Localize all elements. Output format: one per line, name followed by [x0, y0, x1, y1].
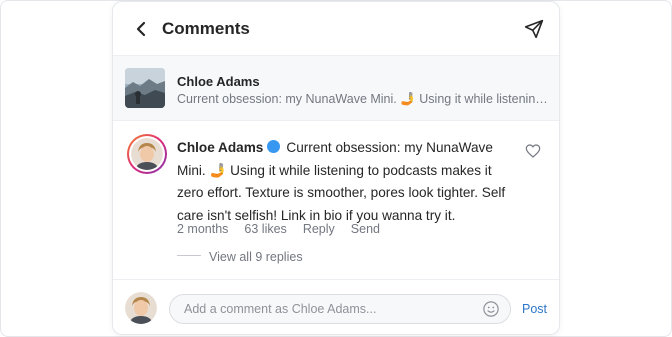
comment-composer: Post — [113, 279, 559, 334]
send-button[interactable]: Send — [351, 222, 380, 236]
comment-field — [169, 294, 511, 324]
user-avatar — [125, 292, 157, 324]
comment-avatar[interactable] — [127, 134, 167, 174]
post-preview[interactable]: Chloe Adams Current obsession: my NunaWa… — [113, 56, 559, 121]
post-thumbnail — [125, 68, 165, 108]
preview-caption: Current obsession: my NunaWave Mini. 🤳 U… — [177, 92, 549, 106]
chevron-left-icon — [136, 21, 146, 37]
comments-panel: Comments Chloe Adams Current obsession: … — [112, 1, 560, 335]
share-button[interactable] — [521, 16, 547, 42]
post-button[interactable]: Post — [522, 302, 547, 316]
back-button[interactable] — [129, 17, 153, 41]
emoji-button[interactable] — [482, 300, 500, 318]
heart-icon — [525, 144, 541, 158]
view-replies-button[interactable]: View all 9 replies — [209, 250, 303, 264]
verified-icon — [267, 140, 281, 153]
emoji-icon — [483, 301, 499, 317]
send-icon — [524, 19, 544, 39]
comment-input[interactable] — [184, 295, 474, 323]
comment-meta: 2 months 63 likes Reply Send — [177, 222, 396, 236]
replies-divider — [177, 255, 201, 256]
header: Comments — [113, 2, 559, 56]
like-button[interactable] — [525, 143, 541, 159]
reply-button[interactable]: Reply — [303, 222, 335, 236]
comment-author[interactable]: Chloe Adams — [177, 140, 263, 155]
comment-body: Chloe Adams Current obsession: my NunaWav… — [177, 137, 521, 227]
preview-author: Chloe Adams — [177, 74, 260, 89]
likes-count[interactable]: 63 likes — [244, 222, 286, 236]
comment-time: 2 months — [177, 222, 229, 236]
page-title: Comments — [162, 19, 250, 38]
